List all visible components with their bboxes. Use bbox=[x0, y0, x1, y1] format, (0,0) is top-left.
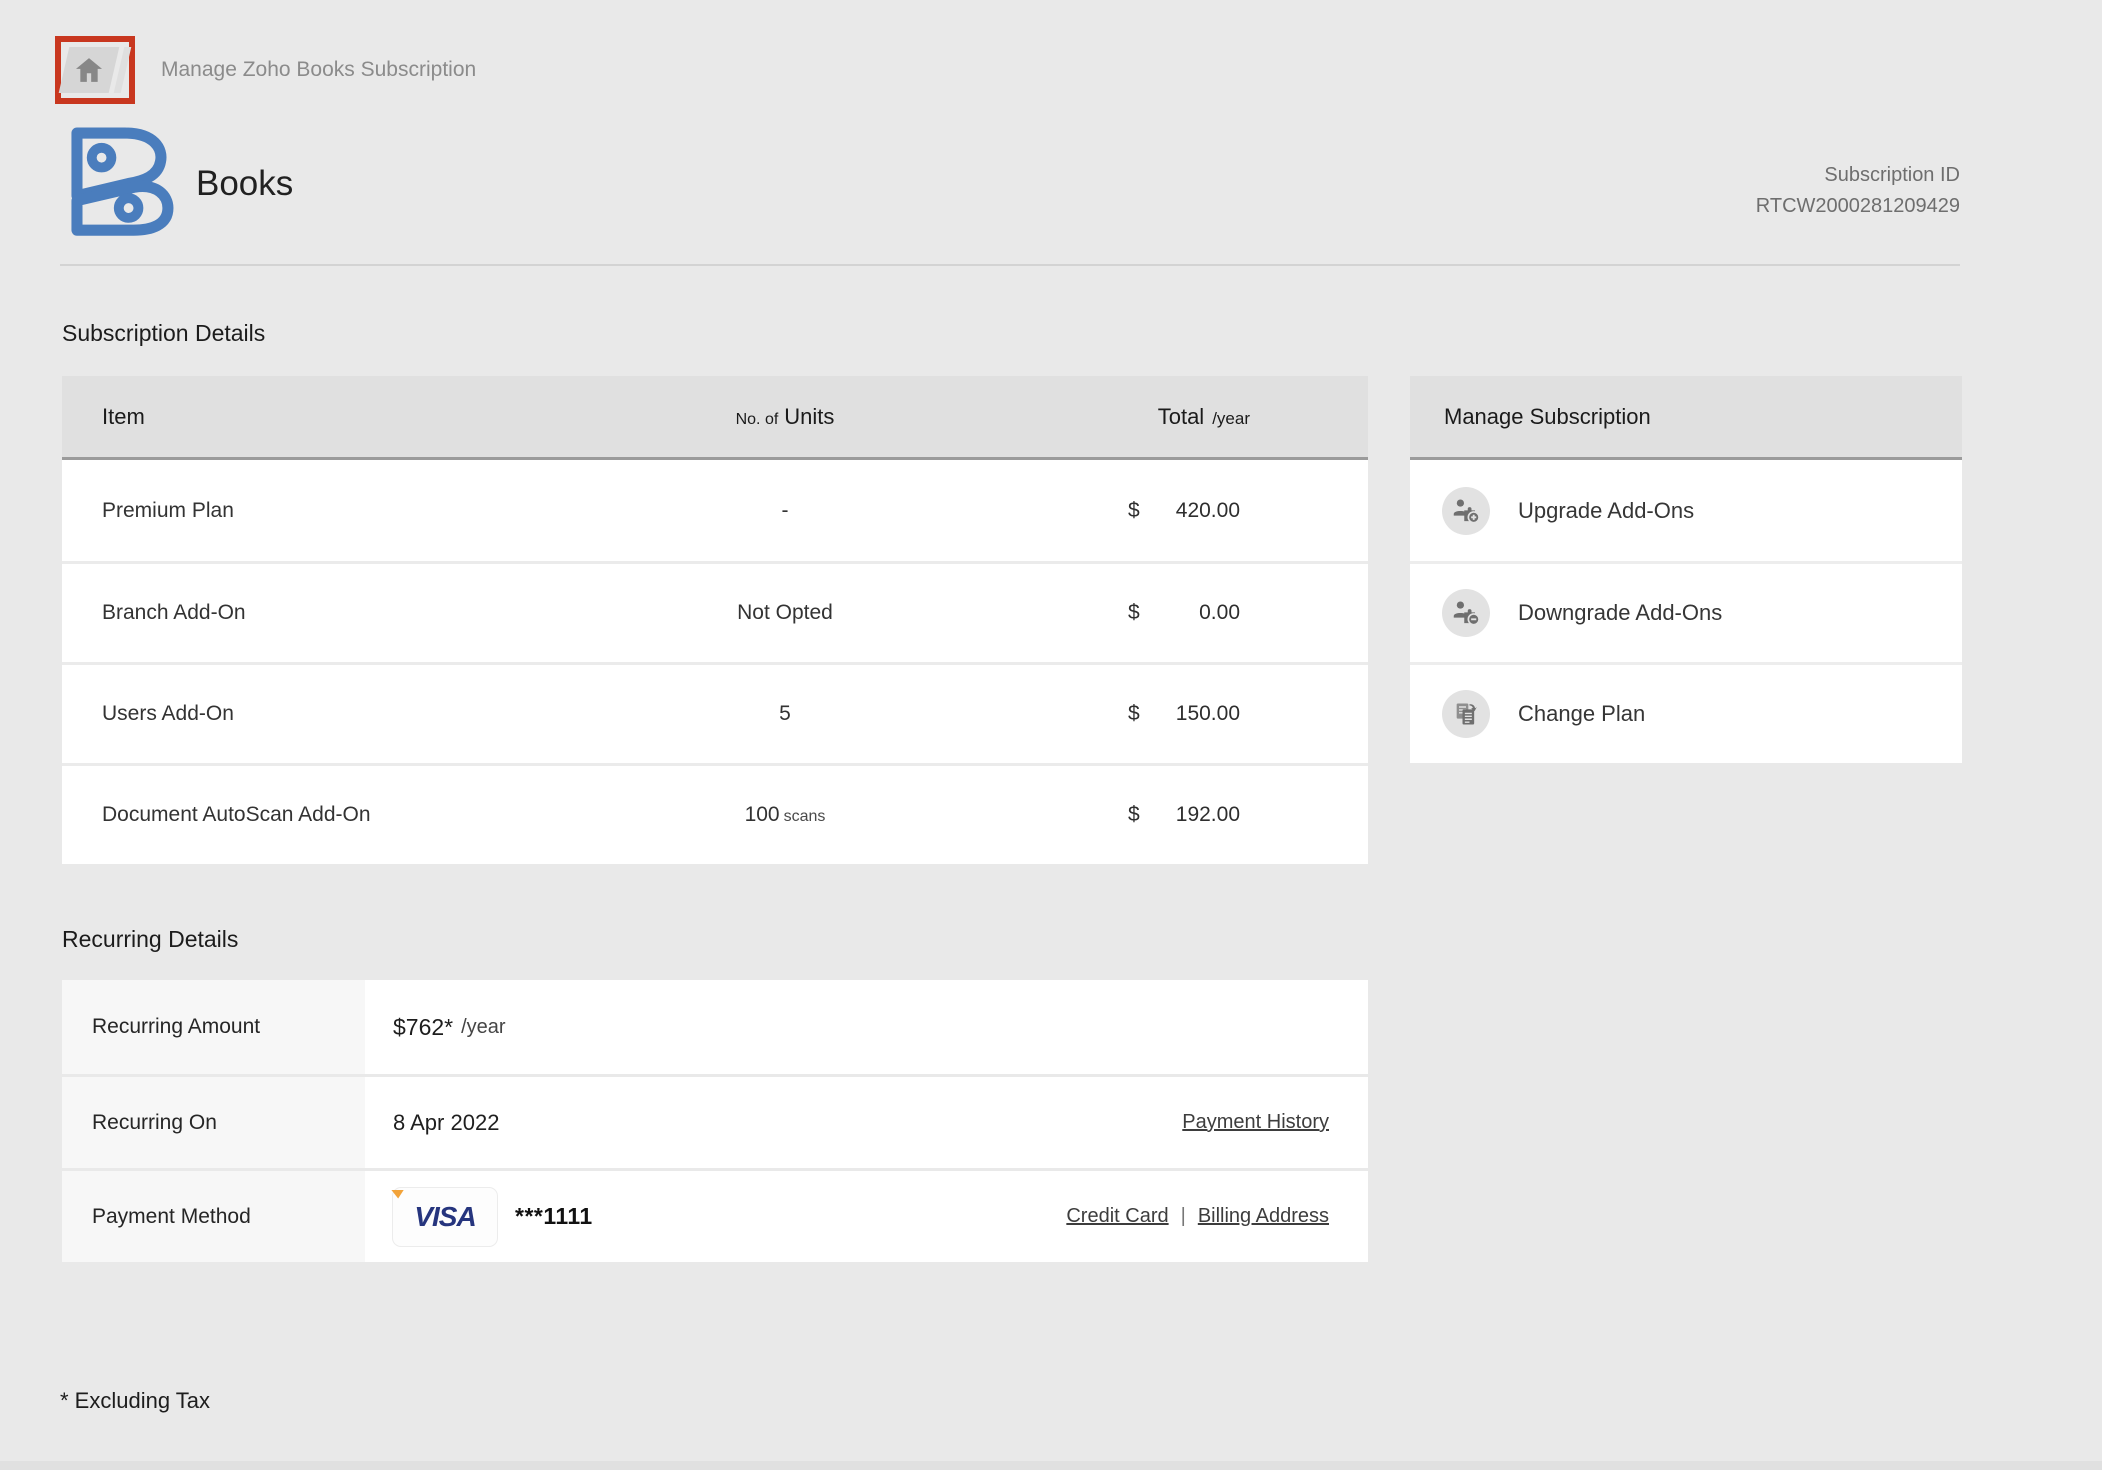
payment-history-link[interactable]: Payment History bbox=[1182, 1111, 1329, 1134]
amount-value: 0.00 bbox=[1199, 601, 1240, 625]
total-cell: $150.00 bbox=[1008, 702, 1368, 726]
recurring-amount-label: Recurring Amount bbox=[62, 980, 365, 1074]
currency-symbol: $ bbox=[1128, 803, 1140, 827]
subscription-table-header: Item No. ofUnits Total /year bbox=[62, 376, 1368, 460]
units-cell: - bbox=[562, 499, 1008, 523]
payment-method-label: Payment Method bbox=[62, 1171, 365, 1262]
recurring-details-table: Recurring Amount $762* /year Recurring O… bbox=[62, 980, 1368, 1262]
table-row: Users Add-On5$150.00 bbox=[62, 662, 1368, 763]
footer-strip bbox=[0, 1461, 2102, 1470]
manage-subscription-page: Manage Zoho Books Subscription Books Sub… bbox=[0, 0, 2102, 1470]
column-header-units: No. ofUnits bbox=[562, 404, 1008, 430]
home-icon bbox=[76, 58, 102, 82]
currency-symbol: $ bbox=[1128, 601, 1140, 625]
recurring-amount-suffix: /year bbox=[461, 1016, 505, 1039]
breadcrumb-label: Manage Zoho Books Subscription bbox=[161, 58, 476, 82]
recurring-amount-row: Recurring Amount $762* /year bbox=[62, 980, 1368, 1074]
manage-subscription-panel: Manage Subscription Upgrade Add-Ons Downg… bbox=[1410, 376, 1962, 763]
breadcrumb: Manage Zoho Books Subscription bbox=[0, 0, 2102, 104]
item-cell: Users Add-On bbox=[62, 702, 562, 726]
total-cell: $420.00 bbox=[1008, 499, 1368, 523]
brand: Books bbox=[60, 122, 293, 240]
app-header: Books Subscription ID RTCW2000281209429 bbox=[0, 104, 2102, 240]
recurring-details-heading: Recurring Details bbox=[62, 924, 1368, 954]
visa-wedge-decoration bbox=[391, 1190, 404, 1199]
manage-subscription-heading: Manage Subscription bbox=[1410, 376, 1962, 460]
units-suffix: scans bbox=[784, 808, 826, 825]
manage-subscription-item-upgrade-add-ons[interactable]: Upgrade Add-Ons bbox=[1410, 460, 1962, 561]
total-cell: $192.00 bbox=[1008, 803, 1368, 827]
total-cell: $0.00 bbox=[1008, 601, 1368, 625]
column-header-item: Item bbox=[62, 404, 562, 430]
main-content: Subscription Details Item No. ofUnits To… bbox=[0, 266, 2102, 1262]
item-cell: Premium Plan bbox=[62, 499, 562, 523]
subscription-details-table: Item No. ofUnits Total /year Premium Pla… bbox=[62, 376, 1368, 864]
table-row: Branch Add-OnNot Opted$0.00 bbox=[62, 561, 1368, 662]
downgrade-addons-icon bbox=[1442, 589, 1490, 637]
item-cell: Document AutoScan Add-On bbox=[62, 803, 562, 827]
amount-value: 150.00 bbox=[1176, 702, 1240, 726]
home-breadcrumb[interactable] bbox=[59, 47, 120, 93]
visa-card-badge: VISA bbox=[393, 1188, 497, 1246]
panel-item-label: Downgrade Add-Ons bbox=[1518, 600, 1722, 626]
subscription-details-heading: Subscription Details bbox=[62, 318, 1368, 348]
currency-symbol: $ bbox=[1128, 499, 1140, 523]
subscription-id: Subscription ID RTCW2000281209429 bbox=[1756, 160, 1960, 222]
billing-address-link[interactable]: Billing Address bbox=[1198, 1205, 1329, 1228]
card-digits: ***1111 bbox=[515, 1203, 593, 1230]
link-separator: | bbox=[1181, 1205, 1186, 1228]
recurring-on-label: Recurring On bbox=[62, 1077, 365, 1168]
currency-symbol: $ bbox=[1128, 702, 1140, 726]
recurring-on-row: Recurring On 8 Apr 2022 Payment History bbox=[62, 1074, 1368, 1168]
subscription-id-label: Subscription ID bbox=[1756, 160, 1960, 191]
amount-value: 192.00 bbox=[1176, 803, 1240, 827]
column-header-total: Total /year bbox=[1008, 404, 1368, 430]
payment-method-row: Payment Method VISA ***1111 Credit Card … bbox=[62, 1168, 1368, 1262]
recurring-on-value: 8 Apr 2022 bbox=[393, 1110, 499, 1136]
panel-item-label: Change Plan bbox=[1518, 701, 1645, 727]
recurring-amount-value: $762* bbox=[393, 1014, 453, 1041]
upgrade-addons-icon bbox=[1442, 487, 1490, 535]
table-row: Document AutoScan Add-On100scans$192.00 bbox=[62, 763, 1368, 864]
units-cell: Not Opted bbox=[562, 601, 1008, 625]
change-plan-icon bbox=[1442, 690, 1490, 738]
visa-logo-icon: VISA bbox=[414, 1201, 475, 1233]
zoho-books-logo-icon bbox=[60, 122, 180, 240]
excluding-tax-note: * Excluding Tax bbox=[0, 1388, 2102, 1414]
item-cell: Branch Add-On bbox=[62, 601, 562, 625]
panel-item-label: Upgrade Add-Ons bbox=[1518, 498, 1694, 524]
home-breadcrumb-highlight bbox=[55, 36, 135, 104]
credit-card-link[interactable]: Credit Card bbox=[1066, 1205, 1168, 1228]
page-title: Books bbox=[196, 164, 293, 204]
subscription-id-value: RTCW2000281209429 bbox=[1756, 191, 1960, 222]
manage-subscription-item-downgrade-add-ons[interactable]: Downgrade Add-Ons bbox=[1410, 561, 1962, 662]
amount-value: 420.00 bbox=[1176, 499, 1240, 523]
units-cell: 5 bbox=[562, 702, 1008, 726]
table-row: Premium Plan-$420.00 bbox=[62, 460, 1368, 561]
manage-subscription-item-change-plan[interactable]: Change Plan bbox=[1410, 662, 1962, 763]
units-cell: 100scans bbox=[562, 803, 1008, 827]
